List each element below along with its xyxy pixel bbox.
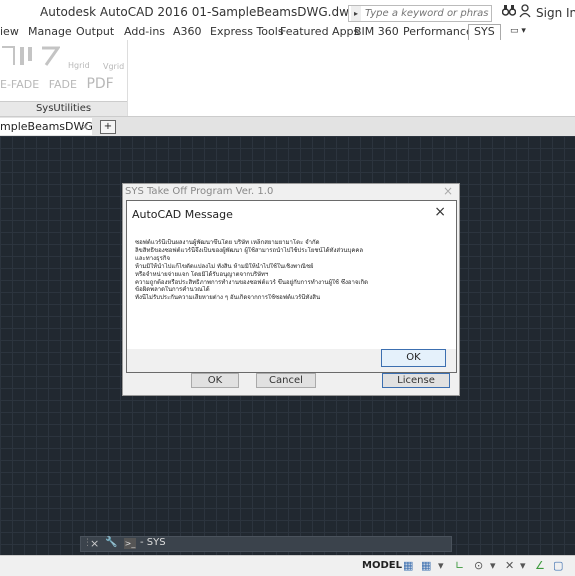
ortho-mode-icon[interactable]: ∟ <box>455 559 464 572</box>
document-tab-strip: mpleBeamsDWG* × + <box>0 117 575 136</box>
snap-mode-icon[interactable]: ▦ <box>421 559 431 572</box>
take-off-cancel-button[interactable]: Cancel <box>256 373 316 388</box>
message-line: ลิขสิทธิ์ของซอฟต์แวร์นี้จึงเป็นของผู้พัฒ… <box>135 246 364 254</box>
tab-sys[interactable]: SYS <box>468 24 501 40</box>
close-command-line-icon[interactable]: × <box>90 537 99 550</box>
object-snap-icon[interactable]: ▢ <box>553 559 563 572</box>
message-line: ทั้งนี้ไม่รับประกันความเสียหายต่าง ๆ อัน… <box>135 294 321 302</box>
search-input[interactable] <box>363 7 491 20</box>
take-off-close-icon[interactable]: × <box>443 184 453 198</box>
pdf-button[interactable]: PDF <box>86 76 113 92</box>
status-bar: MODEL ▦ ▦ ▾ ∟ ⊙ ▾ ✕ ▾ ∠ ▢ <box>0 555 575 576</box>
sign-in-link[interactable]: Sign In <box>536 6 575 20</box>
command-prompt-icon[interactable]: >_ <box>124 538 136 549</box>
model-space-button[interactable]: MODEL <box>362 560 402 571</box>
grid-display-icon[interactable]: ▦ <box>403 559 413 572</box>
vgrid-button[interactable]: Vgrid <box>103 62 124 71</box>
dropdown-chevron-icon[interactable]: ▾ <box>438 559 444 572</box>
user-icon[interactable] <box>519 4 533 20</box>
window-title: Autodesk AutoCAD 2016 01-SampleBeamsDWG.… <box>40 5 357 19</box>
ribbon-panel-area: Hgrid Vgrid E-FADE FADE PDF SysUtilities <box>0 40 575 117</box>
command-line[interactable]: ⋮ × 🔧 >_ - SYS <box>80 536 452 552</box>
message-line: หรือจำหน่ายจ่ายแจก โดยมิได้รับอนุญาตจากบ… <box>135 270 269 278</box>
sysutilities-panel: Hgrid Vgrid E-FADE FADE PDF SysUtilities <box>0 40 128 116</box>
tab-manage[interactable]: Manage <box>28 25 72 38</box>
tab-add-ins[interactable]: Add-ins <box>124 25 165 38</box>
binoculars-icon[interactable] <box>501 4 518 20</box>
polar-dropdown-icon[interactable]: ▾ <box>490 559 496 572</box>
ribbon-tool-labels: E-FADE FADE PDF <box>0 76 120 92</box>
ribbon-minimize-icon[interactable]: ▭ ▾ <box>510 26 526 36</box>
command-input[interactable]: - SYS <box>140 537 166 548</box>
message-dialog-title: AutoCAD Message <box>132 208 233 221</box>
message-line: ห้ามมิให้นำไปแก้ไขดัดแปลงไม่ ทั้งสิ้น ห้… <box>135 262 314 270</box>
title-bar: Autodesk AutoCAD 2016 01-SampleBeamsDWG.… <box>0 0 575 24</box>
tab-express-tools[interactable]: Express Tools <box>210 25 284 38</box>
take-off-dialog-title: SYS Take Off Program Ver. 1.0 <box>125 186 274 197</box>
panel-title: SysUtilities <box>0 101 127 116</box>
isodraft-dropdown-icon[interactable]: ▾ <box>520 559 526 572</box>
wrench-icon[interactable]: 🔧 <box>105 537 117 548</box>
message-ok-button[interactable]: OK <box>381 349 446 367</box>
message-line: ความถูกต้องหรือประสิทธิภาพการทำงานของซอฟ… <box>135 278 368 286</box>
isodraft-icon[interactable]: ✕ <box>505 559 514 572</box>
tab-a360[interactable]: A360 <box>173 25 202 38</box>
search-box[interactable]: ▸ <box>348 5 492 22</box>
tab-bim-360[interactable]: BIM 360 <box>354 25 399 38</box>
message-line: ซอฟต์แวร์นี้เป็นผลงานผู้พัฒนาขึ้นโดย บริ… <box>135 239 320 246</box>
hgrid-button[interactable]: Hgrid <box>68 61 90 70</box>
beam-tool-icon[interactable] <box>18 45 40 69</box>
take-off-ok-button[interactable]: OK <box>191 373 239 388</box>
ribbon-tab-bar: iew Manage Output Add-ins A360 Express T… <box>0 24 575 41</box>
e-fade-button[interactable]: E-FADE <box>0 78 39 91</box>
tab-view[interactable]: iew <box>0 25 19 38</box>
object-snap-tracking-icon[interactable]: ∠ <box>535 559 545 572</box>
tab-output[interactable]: Output <box>76 25 114 38</box>
message-line: ข้อผิดพลาดในการคำนวณได้ <box>135 286 210 294</box>
tab-featured-apps[interactable]: Featured Apps <box>280 25 359 38</box>
message-line: และทางธุรกิจ <box>135 254 171 262</box>
fade-button[interactable]: FADE <box>49 78 77 91</box>
column-tool-icon[interactable] <box>40 45 62 69</box>
license-button[interactable]: License <box>382 373 450 388</box>
message-close-icon[interactable]: × <box>434 204 446 220</box>
polar-tracking-icon[interactable]: ⊙ <box>474 559 483 572</box>
tab-performance[interactable]: Performance <box>403 25 473 38</box>
close-tab-icon[interactable]: × <box>78 118 92 135</box>
autocad-message-dialog: AutoCAD Message × ซอฟต์แวร์นี้เป็นผลงานผ… <box>126 200 457 373</box>
new-tab-button[interactable]: + <box>100 120 116 134</box>
search-expand-icon[interactable]: ▸ <box>351 6 361 21</box>
message-body: ซอฟต์แวร์นี้เป็นผลงานผู้พัฒนาขึ้นโดย บริ… <box>135 239 445 302</box>
